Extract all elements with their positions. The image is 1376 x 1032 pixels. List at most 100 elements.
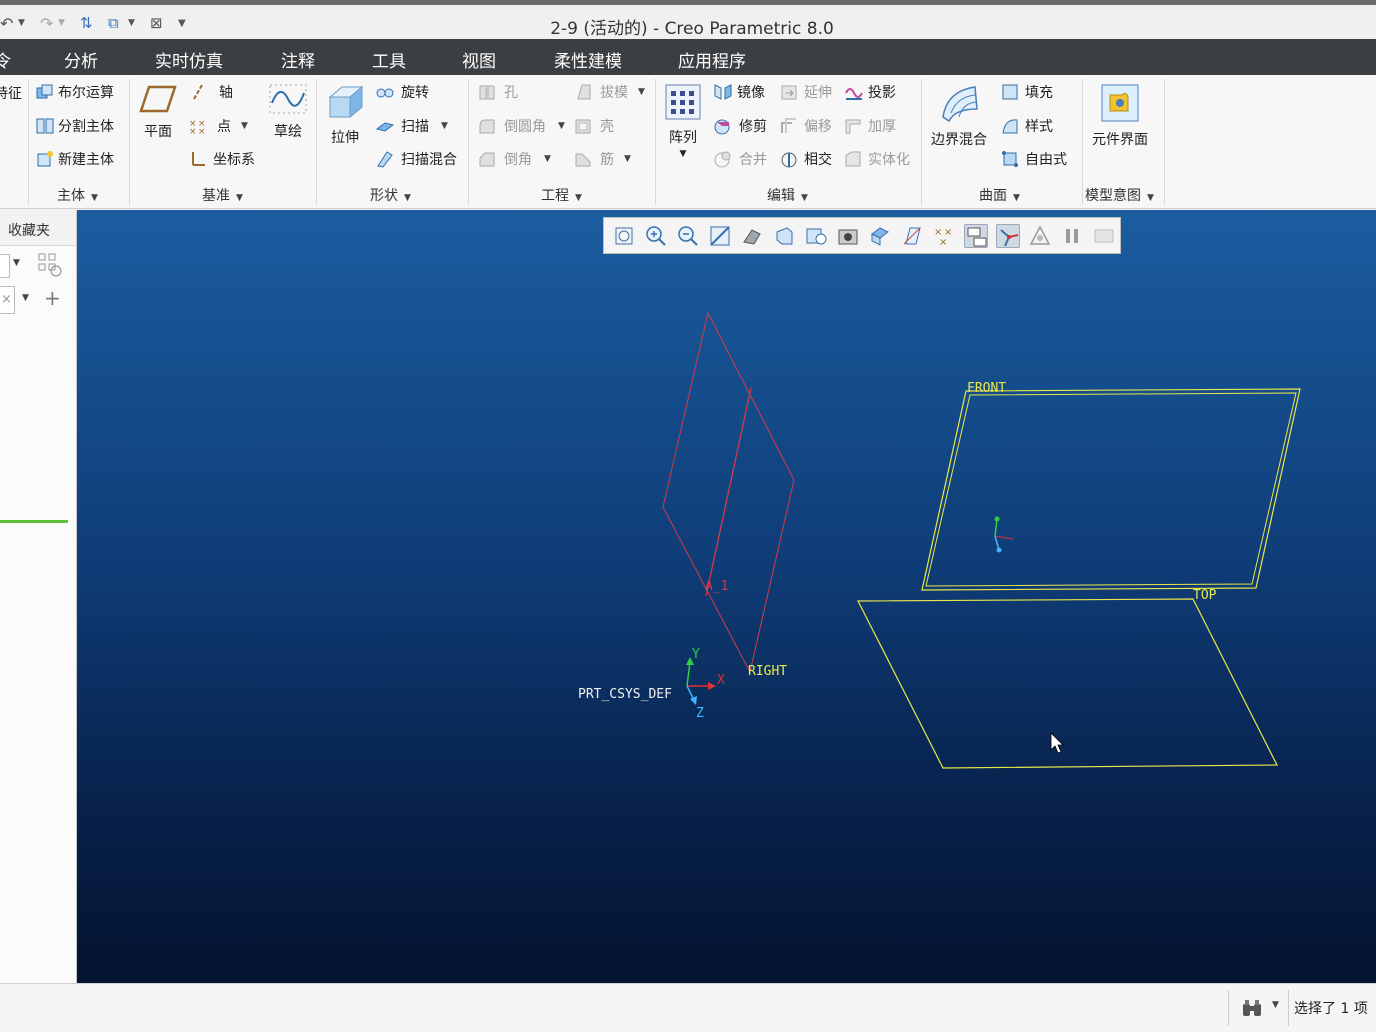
- group-body[interactable]: 主体 ▼: [57, 185, 98, 205]
- round-button[interactable]: 倒圆角 ▼: [478, 116, 565, 136]
- boundary-blend-icon: [942, 86, 978, 123]
- shell-icon: [574, 117, 592, 135]
- chevron-down-icon: ▼: [1013, 193, 1020, 203]
- freestyle-button[interactable]: 自由式: [1001, 149, 1067, 169]
- style-button[interactable]: 样式: [1001, 116, 1053, 136]
- chevron-down-icon[interactable]: ▼: [1272, 1000, 1279, 1010]
- new-body-button[interactable]: 新建主体: [36, 149, 114, 169]
- revolve-button[interactable]: 旋转: [375, 82, 429, 102]
- draft-icon: [574, 83, 592, 101]
- sweep-icon: [375, 117, 395, 135]
- fill-button[interactable]: 填充: [1001, 82, 1053, 102]
- menu-item-view[interactable]: 视图: [462, 47, 496, 72]
- tree-clear-icon[interactable]: ×: [0, 286, 15, 314]
- rib-button[interactable]: 筋 ▼: [574, 149, 631, 169]
- chamfer-button[interactable]: 倒角 ▼: [478, 149, 551, 169]
- group-editing[interactable]: 编辑 ▼: [767, 185, 808, 205]
- model-scene[interactable]: A_1 RIGHT FRONT TOP Y X Z PRT_CSYS_DEF: [77, 210, 1376, 983]
- csys-button[interactable]: 坐标系: [189, 149, 255, 169]
- front-datum-plane[interactable]: [921, 388, 1301, 591]
- group-shape[interactable]: 形状 ▼: [370, 185, 411, 205]
- chevron-down-icon[interactable]: ▼: [241, 121, 248, 131]
- group-model-intent[interactable]: 模型意图 ▼: [1085, 185, 1154, 205]
- ribbon: 特征 布尔运算 分割主体 新建主体 主体 ▼ 平面 轴 × × × × 点 ▼ 坐标系 …: [0, 75, 1376, 209]
- model-tree-dropdown[interactable]: [0, 254, 10, 278]
- offset-label: 偏移: [804, 119, 832, 135]
- intersect-button[interactable]: 相交: [780, 149, 832, 169]
- mirror-button[interactable]: 镜像: [713, 82, 765, 102]
- solidify-button[interactable]: 实体化: [844, 149, 910, 169]
- thicken-button[interactable]: 加厚: [844, 116, 896, 136]
- sketch-button[interactable]: 草绘: [266, 83, 310, 141]
- right-plane-label: RIGHT: [748, 664, 787, 679]
- extrude-button[interactable]: 拉伸: [325, 83, 365, 147]
- chevron-down-icon[interactable]: ▼: [663, 149, 703, 159]
- menu-item-annotate[interactable]: 注释: [281, 47, 315, 72]
- project-button[interactable]: 投影: [844, 82, 896, 102]
- boolean-button[interactable]: 布尔运算: [36, 82, 114, 102]
- svg-text:×: ×: [189, 127, 197, 135]
- menu-item-analysis[interactable]: 分析: [64, 47, 98, 72]
- shell-button[interactable]: 壳: [574, 116, 614, 136]
- ribbon-separator: [1082, 79, 1083, 205]
- binoculars-icon[interactable]: [1240, 996, 1264, 1020]
- merge-button[interactable]: 合并: [713, 149, 767, 169]
- tree-filter-icon[interactable]: [37, 252, 63, 278]
- fill-icon: [1001, 83, 1019, 101]
- trim-icon: [713, 117, 731, 135]
- point-icon: × × × ×: [189, 117, 207, 137]
- boolean-label: 布尔运算: [58, 85, 114, 101]
- draft-label: 拔模: [600, 85, 628, 101]
- style-label: 样式: [1025, 119, 1053, 135]
- progress-indicator: [0, 520, 68, 523]
- axis-a1-line[interactable]: [705, 387, 752, 597]
- chevron-down-icon[interactable]: ▼: [624, 154, 631, 164]
- swept-blend-button[interactable]: 扫描混合: [375, 149, 457, 169]
- chamfer-icon: [478, 150, 496, 168]
- project-icon: [844, 83, 863, 101]
- hole-button[interactable]: 孔: [478, 82, 518, 102]
- menu-item-live-simulation[interactable]: 实时仿真: [155, 47, 223, 72]
- window-title: 2-9 (活动的) - Creo Parametric 8.0: [550, 19, 834, 39]
- extend-button[interactable]: 延伸: [780, 82, 832, 102]
- chevron-down-icon[interactable]: ▼: [558, 121, 565, 131]
- group-body-label: 主体: [57, 188, 85, 204]
- sweep-button[interactable]: 扫描 ▼: [375, 116, 448, 136]
- draft-button[interactable]: 拔模 ▼: [574, 82, 645, 102]
- chevron-down-icon[interactable]: ▼: [638, 87, 645, 97]
- chevron-down-icon[interactable]: ▼: [22, 293, 29, 303]
- group-surfaces[interactable]: 曲面 ▼: [979, 185, 1020, 205]
- trim-label: 修剪: [739, 119, 767, 135]
- component-interface-button[interactable]: 元件界面: [1088, 83, 1152, 149]
- add-icon[interactable]: +: [44, 286, 61, 310]
- intersect-label: 相交: [804, 152, 832, 168]
- chevron-down-icon[interactable]: ▼: [544, 154, 551, 164]
- menu-item-flexible-modeling[interactable]: 柔性建模: [554, 47, 622, 72]
- plane-button[interactable]: 平面: [137, 83, 179, 141]
- boundary-blend-button[interactable]: 边界混合: [928, 83, 990, 149]
- point-label: 点: [217, 119, 231, 135]
- tab-favorites[interactable]: 收藏夹: [0, 210, 76, 246]
- top-datum-plane[interactable]: [857, 598, 1278, 769]
- graphics-viewport[interactable]: × × × A_1 RIGHT FRONT TOP Y X Z PRT_CSYS…: [77, 210, 1376, 983]
- group-datum[interactable]: 基准 ▼: [202, 185, 243, 205]
- trim-button[interactable]: 修剪: [713, 116, 767, 136]
- menu-item-applications[interactable]: 应用程序: [678, 47, 746, 72]
- new-body-icon: [36, 150, 54, 168]
- csys-triad[interactable]: [686, 657, 716, 705]
- solidify-icon: [844, 150, 862, 168]
- round-icon: [478, 117, 496, 135]
- axis-icon: [189, 83, 207, 101]
- axis-button[interactable]: 轴: [189, 82, 233, 102]
- split-body-button[interactable]: 分割主体: [36, 116, 114, 136]
- chevron-down-icon[interactable]: ▼: [441, 121, 448, 131]
- pattern-button[interactable]: 阵列 ▼: [663, 83, 703, 159]
- menu-item-tools[interactable]: 工具: [372, 47, 406, 72]
- chevron-down-icon[interactable]: ▼: [13, 258, 20, 268]
- menu-item-command[interactable]: 令: [0, 47, 11, 72]
- group-engineering[interactable]: 工程 ▼: [541, 185, 582, 205]
- group-model-intent-label: 模型意图: [1085, 188, 1141, 204]
- offset-button[interactable]: 偏移: [780, 116, 832, 136]
- fill-label: 填充: [1025, 85, 1053, 101]
- point-button[interactable]: × × × × 点 ▼: [189, 116, 248, 137]
